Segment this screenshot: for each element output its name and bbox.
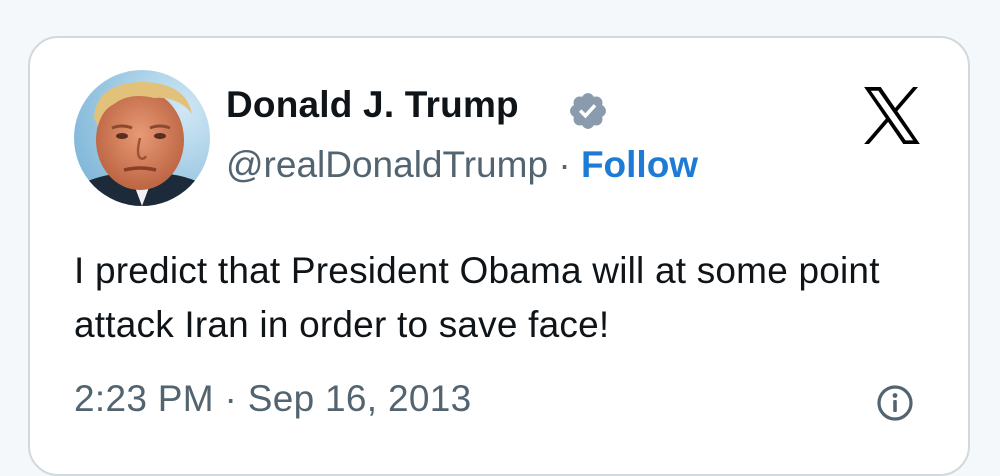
timestamp-separator: · [224,378,238,419]
handle-row: @realDonaldTrump · Follow [226,144,698,186]
info-icon[interactable] [875,383,915,423]
x-logo-icon[interactable] [861,87,923,144]
tweet-date[interactable]: Sep 16, 2013 [248,378,472,419]
avatar[interactable] [74,70,210,206]
tweet-text: I predict that President Obama will at s… [74,250,880,345]
author-display-name[interactable]: Donald J. Trump [226,84,519,126]
verified-badge-icon [570,93,606,129]
profile-photo [74,70,210,206]
follow-button[interactable]: Follow [581,144,698,185]
separator-dot: · [558,144,571,185]
author-handle[interactable]: @realDonaldTrump [226,144,548,185]
tweet-time[interactable]: 2:23 PM [74,378,214,419]
timestamp[interactable]: 2:23 PM · Sep 16, 2013 [74,378,471,420]
tweet-card: Donald J. Trump @realDonaldTrump · Follo… [28,36,970,476]
